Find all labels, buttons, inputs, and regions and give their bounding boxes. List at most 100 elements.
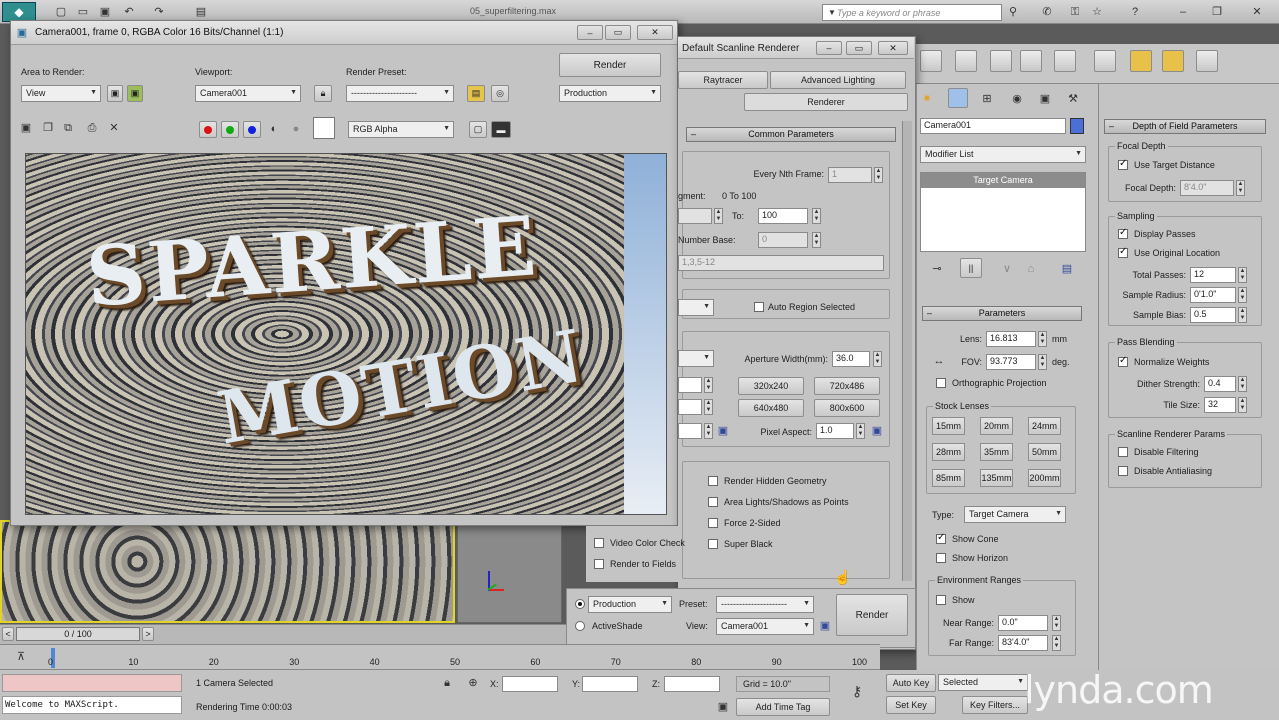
green-channel-toggle[interactable]	[221, 121, 239, 138]
toolbar-render-frame-icon[interactable]	[1130, 50, 1152, 72]
tab-advanced-lighting[interactable]: Advanced Lighting	[770, 71, 906, 89]
add-time-tag-button[interactable]: Add Time Tag	[736, 698, 830, 716]
frames-list-field[interactable]: 1,3,5-12	[678, 255, 884, 271]
toolbar-render-setup-icon[interactable]	[1094, 50, 1116, 72]
lock-pixel-aspect-icon[interactable]: ▣	[870, 424, 884, 438]
time-tag-icon[interactable]: ▣	[716, 700, 730, 714]
lens-85mm-button[interactable]: 85mm	[932, 469, 965, 487]
render-setup-maximize-button[interactable]: ▭	[846, 41, 872, 55]
frame-maximize-button[interactable]: ▭	[605, 25, 631, 40]
bottom-view-dropdown[interactable]: Camera001	[716, 618, 814, 635]
tab-hierarchy-icon[interactable]: ⊞	[980, 92, 994, 106]
maxscript-listener[interactable]: Welcome to MAXScript.	[2, 696, 182, 714]
time-slider-prev-button[interactable]: <	[2, 627, 14, 641]
viewport-camera[interactable]	[0, 520, 455, 623]
show-environment-range-checkbox[interactable]	[936, 595, 946, 605]
display-channel-dropdown[interactable]: RGB Alpha	[348, 121, 454, 138]
tab-modify-icon[interactable]	[948, 88, 968, 108]
pixel-aspect-field[interactable]: 1.0	[816, 423, 854, 439]
preset-size-720x486[interactable]: 720x486	[814, 377, 880, 395]
parameters-rollout[interactable]: – Parameters	[922, 306, 1082, 321]
lens-135mm-button[interactable]: 135mm	[980, 469, 1013, 487]
camera-type-dropdown[interactable]: Target Camera	[964, 506, 1066, 523]
bottom-lock-view-icon[interactable]: ▣	[818, 619, 832, 633]
use-original-location-checkbox[interactable]	[1118, 246, 1128, 258]
tab-display-icon[interactable]: ▣	[1038, 92, 1052, 106]
redo-icon[interactable]: ↷	[152, 5, 166, 19]
output-width-spinner[interactable]: ▲ ▼	[704, 377, 713, 393]
sample-bias-spinner[interactable]: ▲ ▼	[1238, 307, 1247, 323]
dof-parameters-rollout[interactable]: – Depth of Field Parameters	[1104, 119, 1266, 134]
tab-raytracer[interactable]: Raytracer	[678, 71, 768, 89]
toolbar-link-icon[interactable]	[920, 50, 942, 72]
range-end-field[interactable]: 100	[758, 208, 808, 224]
toolbar-curve-editor-icon[interactable]	[990, 50, 1012, 72]
frame-render-button[interactable]: Render	[559, 53, 661, 77]
range-end-spinner[interactable]: ▲ ▼	[812, 208, 821, 224]
output-width-field[interactable]	[678, 377, 702, 393]
far-range-spinner[interactable]: ▲ ▼	[1052, 635, 1061, 651]
render-preset-dropdown[interactable]: ----------------------	[346, 85, 454, 102]
pixel-aspect-spinner[interactable]: ▲ ▼	[856, 423, 865, 439]
use-target-distance-checkbox[interactable]	[1118, 158, 1128, 170]
near-range-field[interactable]: 0.0"	[998, 615, 1048, 631]
selection-lock-icon[interactable]: 🔒︎	[440, 676, 454, 690]
save-file-icon[interactable]: ▣	[98, 5, 112, 19]
force-2-sided-checkbox[interactable]	[708, 518, 718, 528]
focal-depth-spinner[interactable]: ▲ ▼	[1236, 180, 1245, 196]
lens-24mm-button[interactable]: 24mm	[1028, 417, 1061, 435]
toolbar-render-production-icon[interactable]	[1162, 50, 1184, 72]
fov-spinner[interactable]: ▲ ▼	[1038, 354, 1047, 370]
track-bar-icon[interactable]: ⊼	[14, 650, 28, 664]
tile-size-field[interactable]: 32	[1204, 397, 1236, 413]
render-setup-icon[interactable]: ▤	[467, 85, 485, 102]
bottom-preset-dropdown[interactable]: ----------------------	[716, 596, 814, 613]
area-to-render-dropdown[interactable]: View	[21, 85, 101, 102]
total-passes-field[interactable]: 12	[1190, 267, 1236, 283]
lens-15mm-button[interactable]: 15mm	[932, 417, 965, 435]
toolbar-schematic-icon[interactable]	[1020, 50, 1042, 72]
range-start-field[interactable]	[678, 208, 712, 224]
binoculars-icon[interactable]: ⚲	[1006, 5, 1020, 19]
key-icon[interactable]: ⚿	[1068, 5, 1082, 19]
search-input[interactable]: ▼ Type a keyword or phrase	[822, 4, 1002, 21]
aperture-width-spinner[interactable]: ▲ ▼	[873, 351, 882, 367]
time-slider-next-button[interactable]: >	[142, 627, 154, 641]
edit-region-icon[interactable]: ▣	[107, 85, 123, 102]
remove-modifier-icon[interactable]: ⌂	[1024, 262, 1038, 276]
lens-spinner[interactable]: ▲ ▼	[1038, 331, 1047, 347]
near-range-spinner[interactable]: ▲ ▼	[1052, 615, 1061, 631]
dither-strength-field[interactable]: 0.4	[1204, 376, 1236, 392]
show-horizon-checkbox[interactable]	[936, 553, 946, 563]
toolbar-layer-icon[interactable]	[955, 50, 977, 72]
super-black-checkbox[interactable]	[708, 539, 718, 549]
red-channel-toggle[interactable]	[199, 121, 217, 138]
common-parameters-rollout[interactable]: – Common Parameters	[686, 127, 896, 142]
focal-depth-field[interactable]: 8'4.0"	[1180, 180, 1234, 196]
background-color-swatch[interactable]	[313, 117, 335, 139]
frame-close-button[interactable]: ✕	[637, 25, 673, 40]
lock-viewport-icon[interactable]: 🔒︎	[314, 85, 332, 102]
render-to-fields-checkbox[interactable]	[594, 559, 604, 569]
toggle-ui-icon[interactable]: ▬	[491, 121, 511, 138]
show-end-result-button[interactable]: ||	[960, 258, 982, 278]
sample-bias-field[interactable]: 0.5	[1190, 307, 1236, 323]
set-key-button[interactable]: Set Key	[886, 696, 936, 714]
show-cone-checkbox[interactable]	[936, 532, 946, 544]
toolbar-material-editor-icon[interactable]	[1054, 50, 1076, 72]
open-file-icon[interactable]: ▭	[76, 5, 90, 19]
toggle-ui-overlays-icon[interactable]: ▢	[469, 121, 487, 138]
communication-icon[interactable]: ✆	[1040, 5, 1054, 19]
app-logo-icon[interactable]: ◆	[2, 2, 36, 22]
z-coord-field[interactable]	[664, 676, 720, 692]
every-nth-frame-field[interactable]: 1	[828, 167, 872, 183]
render-setup-render-button[interactable]: Render	[836, 594, 908, 636]
project-folder-icon[interactable]: ▤	[194, 5, 208, 19]
auto-region-selected-checkbox[interactable]	[754, 302, 764, 312]
absolute-mode-icon[interactable]: ⊕	[466, 676, 480, 690]
key-filters-button[interactable]: Key Filters...	[962, 696, 1028, 714]
close-app-icon[interactable]: ✕	[1250, 5, 1264, 19]
maxscript-listener-top[interactable]	[2, 674, 182, 692]
every-nth-frame-spinner[interactable]: ▲ ▼	[874, 167, 883, 183]
tab-motion-icon[interactable]: ◉	[1010, 92, 1024, 106]
